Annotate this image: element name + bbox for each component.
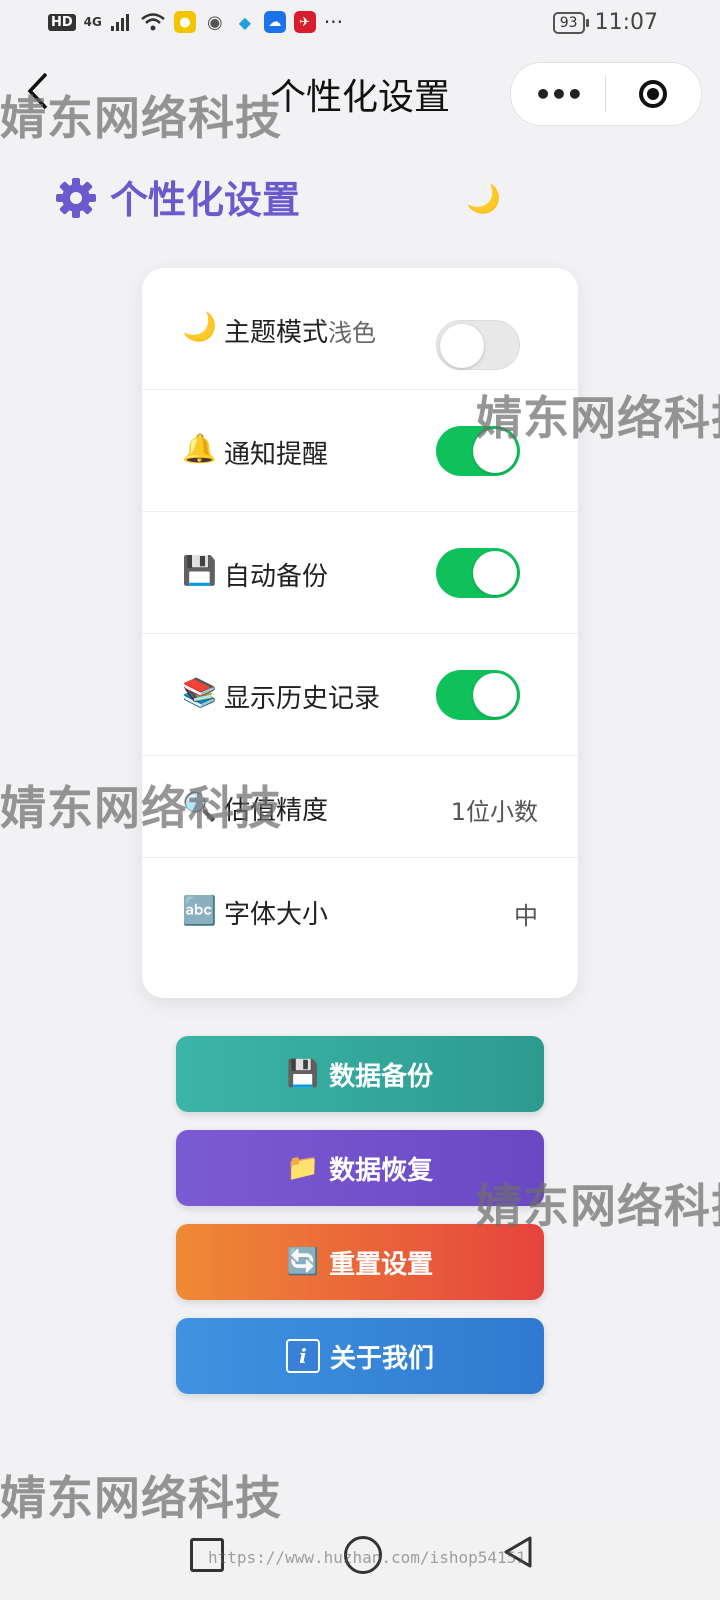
theme-label: 主题模式 xyxy=(224,318,329,348)
weibo-app-icon: ● xyxy=(173,11,196,33)
font-size-label: 字体大小 xyxy=(224,900,329,930)
folder-icon: 📁 xyxy=(286,1153,320,1183)
feather-app-icon: ◆ xyxy=(238,12,252,32)
page-title: 个性化设置 xyxy=(110,178,301,222)
refresh-icon: 🔄 xyxy=(286,1247,320,1277)
precision-label: 估值精度 xyxy=(224,796,329,826)
network-indicator: 4G xyxy=(83,15,102,29)
floppy-disk-icon: 💾 xyxy=(286,1059,320,1089)
more-notifications-icon: ··· xyxy=(323,10,343,34)
notification-switch[interactable] xyxy=(436,426,520,476)
data-backup-button[interactable]: 💾 数据备份 xyxy=(176,1036,544,1112)
about-us-button[interactable]: i 关于我们 xyxy=(176,1318,544,1394)
auto-backup-label: 自动备份 xyxy=(224,562,329,592)
watermark: 婧东网络科技 xyxy=(0,1471,282,1525)
switch-knob xyxy=(473,673,517,717)
cloud-app-icon: ☁ xyxy=(263,11,286,33)
status-left: HD 4G ● ◉ ◆ ☁ ✈ ··· xyxy=(48,10,343,34)
system-nav-bar: https://www.huzhan.com/ishop54151 xyxy=(0,1520,720,1600)
moon-icon: 🌙 xyxy=(182,310,217,343)
settings-card: 🌙 主题模式浅色 🔔 通知提醒 💾 自动备份 📚 显示历史记录 🔍 估值精度 1… xyxy=(142,268,578,998)
data-backup-label: 数据备份 xyxy=(329,1061,434,1092)
target-icon xyxy=(639,80,667,108)
history-label: 显示历史记录 xyxy=(224,684,381,714)
theme-value: 浅色 xyxy=(328,319,377,347)
info-icon: i xyxy=(285,1339,320,1373)
more-button[interactable]: ••• xyxy=(511,78,605,111)
magnifier-icon: 🔍 xyxy=(182,790,217,823)
bell-icon: 🔔 xyxy=(182,432,217,465)
history-switch[interactable] xyxy=(436,670,520,720)
setting-row-font-size[interactable]: 🔤 字体大小 中 xyxy=(142,858,578,998)
wifi-icon xyxy=(141,13,165,31)
gear-icon xyxy=(56,178,96,218)
font-size-value: 中 xyxy=(514,902,538,930)
reset-settings-button[interactable]: 🔄 重置设置 xyxy=(176,1224,544,1300)
switch-knob xyxy=(440,324,484,368)
reset-settings-label: 重置设置 xyxy=(329,1249,434,1280)
red-app-icon: ✈ xyxy=(293,11,316,33)
hd-indicator: HD xyxy=(48,13,76,31)
setting-row-history[interactable]: 📚 显示历史记录 xyxy=(142,634,578,756)
data-restore-button[interactable]: 📁 数据恢复 xyxy=(176,1130,544,1206)
setting-row-precision[interactable]: 🔍 估值精度 1位小数 xyxy=(142,756,578,858)
setting-row-theme[interactable]: 🌙 主题模式浅色 xyxy=(142,268,578,390)
auto-backup-switch[interactable] xyxy=(436,548,520,598)
page-header: 个性化设置 🌙 xyxy=(54,172,514,232)
switch-knob xyxy=(473,551,517,595)
setting-label: 主题模式浅色 xyxy=(224,312,376,349)
books-icon: 📚 xyxy=(182,676,217,709)
about-us-label: 关于我们 xyxy=(329,1343,434,1374)
target-dot xyxy=(647,88,659,100)
status-right: 93 11:07 xyxy=(552,10,658,35)
data-restore-label: 数据恢复 xyxy=(329,1155,434,1186)
wechat-app-icon: ◉ xyxy=(207,11,223,33)
abc-icon: 🔤 xyxy=(182,894,217,927)
theme-toggle-moon-icon[interactable]: 🌙 xyxy=(466,182,501,215)
mini-program-capsule: ••• xyxy=(510,62,702,126)
setting-row-auto-backup[interactable]: 💾 自动备份 xyxy=(142,512,578,634)
floppy-disk-icon: 💾 xyxy=(182,554,217,587)
more-dots-icon: ••• xyxy=(534,77,584,111)
theme-switch[interactable] xyxy=(436,320,520,370)
signal-icon xyxy=(110,14,129,31)
status-bar: HD 4G ● ◉ ◆ ☁ ✈ ··· 93 11:07 xyxy=(0,0,720,46)
notification-label: 通知提醒 xyxy=(224,440,329,470)
setting-row-notification[interactable]: 🔔 通知提醒 xyxy=(142,390,578,512)
switch-knob xyxy=(473,429,517,473)
clock: 11:07 xyxy=(594,10,658,35)
nav-bar: 个性化设置 ••• xyxy=(0,46,720,138)
close-mini-program-button[interactable] xyxy=(606,80,700,108)
battery-icon: 93 xyxy=(552,11,589,34)
battery-level: 93 xyxy=(559,14,578,31)
precision-value: 1位小数 xyxy=(450,798,538,826)
url-watermark: https://www.huzhan.com/ishop54151 xyxy=(208,1548,526,1567)
